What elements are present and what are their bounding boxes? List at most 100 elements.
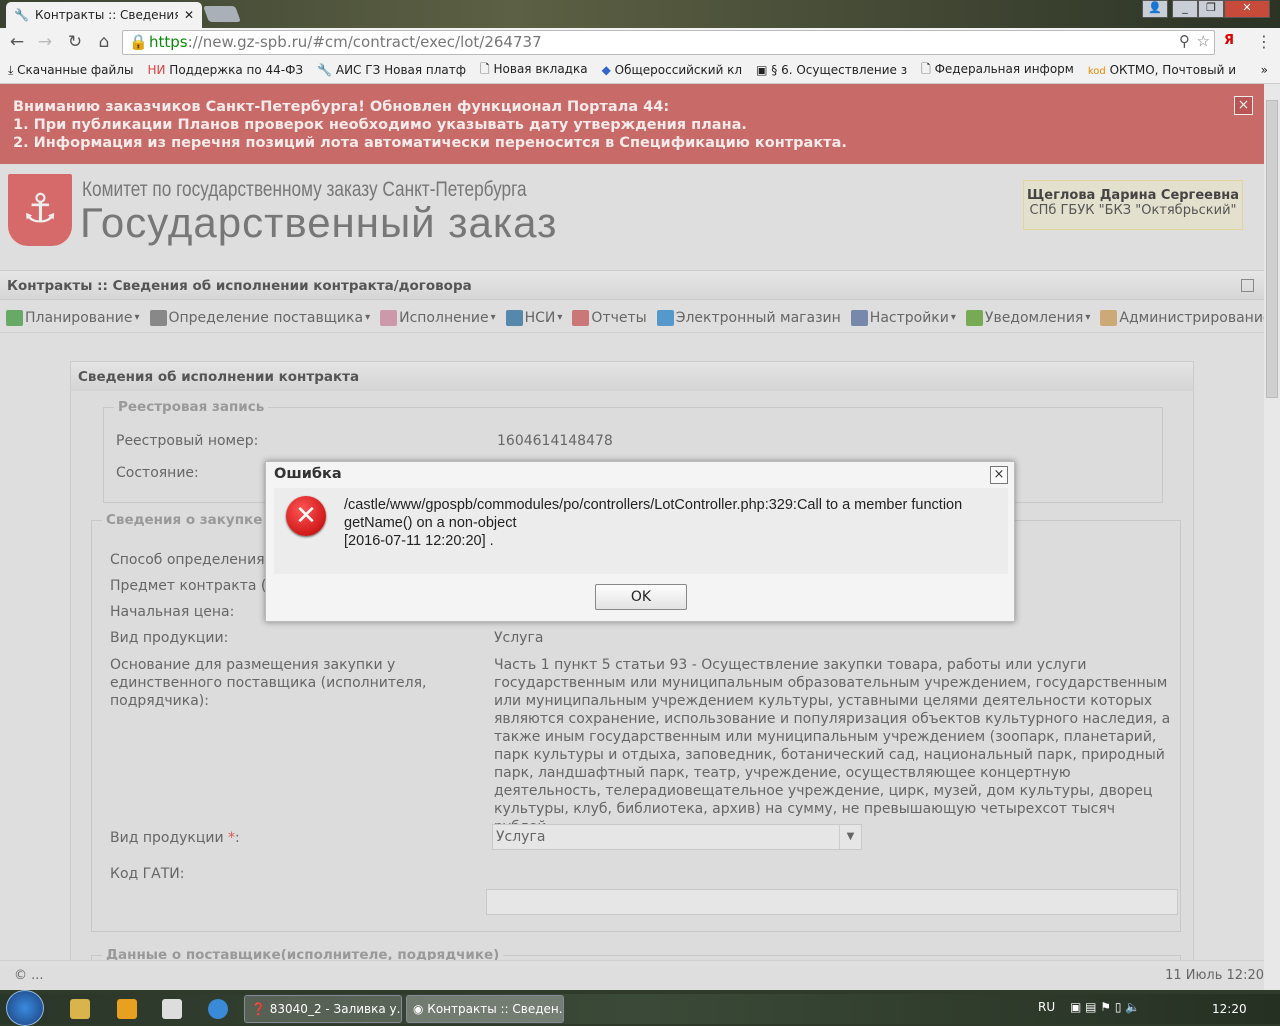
user-info[interactable]: Щеглова Дарина Сергеевна СПб ГБУК "БКЗ "…: [1023, 180, 1243, 230]
bookmark-federal[interactable]: 🗋 Федеральная информ: [921, 60, 1074, 81]
tray-icons[interactable]: ▣ ▤ ⚑ ▯ 🔈: [1070, 1000, 1140, 1014]
maximize-button[interactable]: ❐: [1198, 0, 1224, 18]
error-icon: ✕: [286, 496, 326, 536]
menu-item-8[interactable]: Администрирование▾: [1100, 309, 1264, 326]
tab-close-icon[interactable]: ✕: [184, 8, 194, 22]
registry-number-value: 1604614148478: [497, 433, 613, 449]
dialog-close-button[interactable]: ×: [990, 466, 1008, 484]
address-bar[interactable]: 🔒 https://new.gz-spb.ru/#cm/contract/exe…: [122, 30, 1215, 55]
bookmark-new-tab[interactable]: 🗋 Новая вкладка: [480, 60, 588, 81]
footer: © ... 11 Июль 12:20: [0, 960, 1264, 990]
menu-item-7[interactable]: Уведомления ▾: [965, 309, 1091, 326]
url-scheme: https: [149, 33, 188, 51]
bookmark-star-icon[interactable]: ☆: [1197, 32, 1210, 50]
panel-title: Сведения об исполнении контракта: [71, 362, 1193, 391]
word-icon[interactable]: [162, 999, 182, 1019]
menu-item-icon: [380, 309, 398, 326]
menu-item-label: Определение поставщика: [168, 309, 364, 326]
menu-item-icon: [965, 309, 983, 326]
chevron-down-icon: ▾: [1085, 312, 1091, 323]
minimize-button[interactable]: _: [1172, 0, 1198, 18]
menu-item-icon: [6, 309, 23, 326]
home-icon[interactable]: ⌂: [93, 32, 115, 54]
main-menu: Планирование ▾ Определение поставщика ▾ Испо…: [0, 303, 1264, 333]
yandex-extension-icon[interactable]: Я: [1224, 33, 1234, 48]
user-name: Щеглова Дарина Сергеевна: [1027, 188, 1239, 203]
menu-item-icon: [656, 309, 674, 326]
menu-item-label: Настройки: [869, 309, 949, 326]
chevron-down-icon: ▾: [950, 312, 956, 323]
bookmark-support[interactable]: НИ Поддержка по 44-ФЗ: [147, 63, 303, 77]
product-type-select[interactable]: Услуга ▼: [492, 824, 862, 850]
gati-label: Код ГАТИ:: [110, 866, 185, 882]
menu-item-label: Уведомления: [984, 309, 1084, 326]
zoom-icon[interactable]: ⚲: [1179, 32, 1190, 50]
spb-coat-of-arms-logo: ⚓: [8, 174, 72, 246]
menu-item-icon: [1100, 309, 1118, 326]
start-button[interactable]: [6, 990, 44, 1026]
gati-input[interactable]: [486, 889, 1178, 915]
subject-label: Предмет контракта (ло: [110, 578, 284, 594]
bookmarks-more[interactable]: »: [1261, 63, 1268, 77]
select-value: Услуга: [496, 829, 546, 845]
bookmark-downloads[interactable]: ⤓ Скачанные файлы: [8, 63, 133, 78]
site-title: Государственный заказ: [80, 199, 558, 246]
menu-item-5[interactable]: Электронный магазин: [656, 309, 841, 326]
browser-toolbar: ← → ↻ ⌂ 🔒 https://new.gz-spb.ru/#cm/cont…: [0, 28, 1280, 57]
menu-item-icon: [572, 309, 590, 326]
banner-line: 1. При публикации Планов проверок необхо…: [13, 117, 747, 133]
menu-item-2[interactable]: Исполнение ▾: [380, 309, 496, 326]
menu-item-label: НСИ: [524, 309, 556, 326]
user-org: СПб ГБУК "БКЗ "Октябрьский": [1029, 203, 1237, 218]
taskbar-task[interactable]: ❓ 83040_2 - Заливка у...: [244, 995, 402, 1023]
menu-item-label: Исполнение: [399, 309, 489, 326]
menu-item-0[interactable]: Планирование ▾: [6, 309, 140, 326]
error-message: /castle/www/gpospb/commodules/po/control…: [344, 497, 963, 549]
reload-icon[interactable]: ↻: [64, 32, 86, 54]
browser-tab-strip: 🔧 Контракты :: Сведения об ✕ 👤 _ ❐ ✕: [0, 0, 1280, 28]
bookmark-ais[interactable]: 🔧 АИС ГЗ Новая платф: [317, 63, 466, 77]
menu-item-label: Планирование: [25, 309, 133, 326]
back-icon[interactable]: ←: [6, 32, 28, 54]
chevron-down-icon: ▾: [557, 312, 563, 323]
bookmark-classifier[interactable]: ◆ Общероссийский кл: [602, 63, 743, 77]
contract-execution-panel: Сведения об исполнении контракта Реестро…: [70, 361, 1194, 990]
lock-icon: 🔒: [129, 33, 148, 51]
purchase-legend: Сведения о закупке: [106, 512, 263, 528]
explorer-icon[interactable]: [70, 999, 90, 1019]
close-window-button[interactable]: ✕: [1224, 0, 1270, 18]
notice-banner: Вниманию заказчиков Санкт-Петербурга! Об…: [0, 84, 1264, 164]
menu-item-6[interactable]: Настройки ▾: [850, 309, 956, 326]
bookmark-oktmo[interactable]: kod ОКТМО, Почтовый и: [1088, 63, 1236, 77]
footer-copyright: © ...: [14, 968, 44, 983]
bookmarks-bar: ⤓ Скачанные файлы НИ Поддержка по 44-ФЗ …: [0, 57, 1280, 84]
clock[interactable]: 12:20: [1212, 1002, 1247, 1016]
menu-item-1[interactable]: Определение поставщика ▾: [149, 309, 370, 326]
collapse-icon[interactable]: [1241, 279, 1254, 292]
ie-icon[interactable]: [208, 999, 228, 1019]
language-indicator[interactable]: RU: [1038, 1000, 1055, 1014]
menu-item-label: Администрирование: [1119, 309, 1264, 326]
forward-icon[interactable]: →: [34, 32, 56, 54]
scrollbar-thumb[interactable]: [1266, 100, 1278, 398]
browser-tab[interactable]: 🔧 Контракты :: Сведения об ✕: [6, 2, 202, 28]
url-path: ://new.gz-spb.ru/#cm/contract/exec/lot/2…: [187, 33, 542, 51]
banner-close-button[interactable]: ×: [1234, 96, 1253, 115]
bookmark-section6[interactable]: ▣ § 6. Осуществление з: [756, 63, 907, 77]
menu-icon[interactable]: ⋮: [1256, 32, 1272, 51]
menu-item-label: Отчеты: [591, 309, 647, 326]
chevron-down-icon: ▾: [134, 312, 140, 323]
taskbar-task-active[interactable]: ◉ Контракты :: Сведен...: [406, 995, 564, 1023]
ok-button[interactable]: OK: [595, 584, 687, 610]
mail-icon[interactable]: [117, 999, 137, 1019]
menu-item-4[interactable]: Отчеты: [572, 309, 647, 326]
taskbar: ❓ 83040_2 - Заливка у... ◉ Контракты :: …: [0, 990, 1280, 1026]
user-profile-button[interactable]: 👤: [1142, 0, 1168, 18]
method-label: Способ определения п: [110, 552, 279, 568]
new-tab-button[interactable]: [203, 6, 241, 22]
product-type-value: Услуга: [494, 630, 544, 646]
menu-item-3[interactable]: НСИ ▾: [505, 309, 563, 326]
state-label: Состояние:: [116, 465, 199, 481]
basis-value: Часть 1 пункт 5 статьи 93 - Осуществлени…: [494, 657, 1171, 835]
tab-favicon-icon: 🔧: [14, 8, 29, 22]
